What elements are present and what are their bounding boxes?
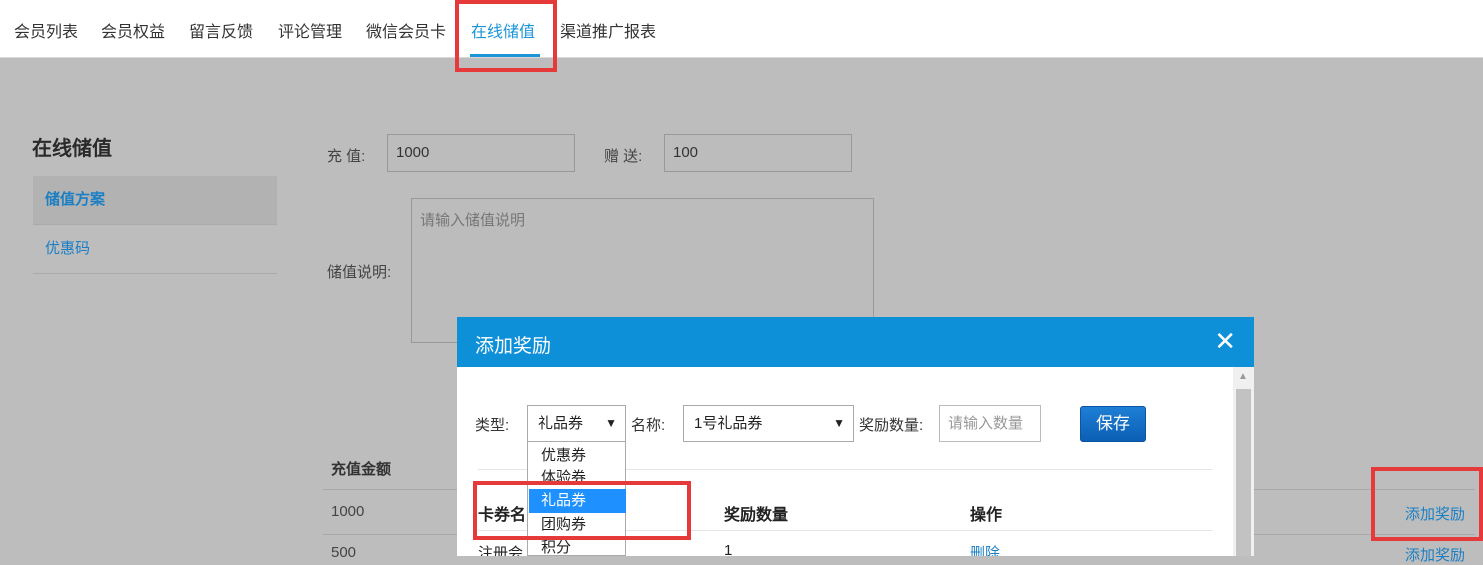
- sidebar-title: 在线储值: [32, 138, 112, 160]
- dialog-header: 添加奖励 ✕: [457, 317, 1254, 367]
- gift-label: 赠 送:: [604, 148, 643, 165]
- description-label: 储值说明:: [327, 264, 392, 281]
- quantity-input[interactable]: 请输入数量: [939, 405, 1041, 442]
- type-label: 类型:: [475, 417, 510, 434]
- recharge-label: 充 值:: [327, 148, 366, 165]
- tab-feedback[interactable]: 留言反馈: [189, 18, 253, 42]
- reward-row-quantity: 1: [724, 542, 733, 556]
- type-select-value: 礼品券: [538, 415, 584, 432]
- scroll-up-icon[interactable]: ▲: [1238, 371, 1248, 382]
- name-select-value: 1号礼品券: [694, 415, 763, 432]
- save-button[interactable]: 保存: [1080, 406, 1146, 442]
- table-cell-amount: 500: [331, 544, 357, 561]
- reward-row-name: 注册会: [478, 545, 524, 556]
- table-cell-amount: 1000: [331, 503, 365, 520]
- dropdown-arrow-icon: ▼: [833, 416, 845, 430]
- dialog-title: 添加奖励: [475, 336, 552, 357]
- gift-input[interactable]: 100: [664, 134, 852, 172]
- dialog-scrollbar[interactable]: ▲: [1233, 367, 1254, 556]
- sidebar-item-promo-code[interactable]: 优惠码: [33, 225, 277, 273]
- sidebar-item-recharge-plan[interactable]: 储值方案: [33, 176, 277, 224]
- type-select[interactable]: 礼品券 ▼: [527, 405, 626, 442]
- table-header-amount: 充值金额: [331, 461, 392, 478]
- column-header-quantity: 奖励数量: [724, 507, 789, 524]
- delete-link[interactable]: 删除: [970, 542, 1000, 556]
- quantity-label: 奖励数量:: [859, 417, 924, 434]
- highlight-box: [455, 0, 557, 72]
- tab-member-list[interactable]: 会员列表: [14, 18, 78, 42]
- highlight-box: [1371, 467, 1483, 541]
- tab-wechat-card[interactable]: 微信会员卡: [366, 18, 446, 42]
- tab-comments[interactable]: 评论管理: [278, 18, 342, 42]
- dropdown-arrow-icon: ▼: [605, 416, 617, 430]
- tab-member-rights[interactable]: 会员权益: [101, 18, 165, 42]
- name-label: 名称:: [631, 417, 666, 434]
- close-icon[interactable]: ✕: [1214, 326, 1236, 357]
- sidebar-divider: [33, 273, 277, 274]
- highlight-box: [473, 481, 691, 540]
- add-reward-link[interactable]: 添加奖励: [1405, 544, 1465, 565]
- column-header-action: 操作: [970, 507, 1003, 524]
- tab-channel-report[interactable]: 渠道推广报表: [560, 18, 656, 42]
- type-option-coupon[interactable]: 优惠券: [529, 444, 626, 468]
- top-navigation: 会员列表 会员权益 留言反馈 评论管理 微信会员卡 在线储值 渠道推广报表: [0, 0, 1483, 58]
- scrollbar-thumb[interactable]: [1236, 389, 1251, 556]
- recharge-input[interactable]: 1000: [387, 134, 575, 172]
- name-select[interactable]: 1号礼品券 ▼: [683, 405, 854, 442]
